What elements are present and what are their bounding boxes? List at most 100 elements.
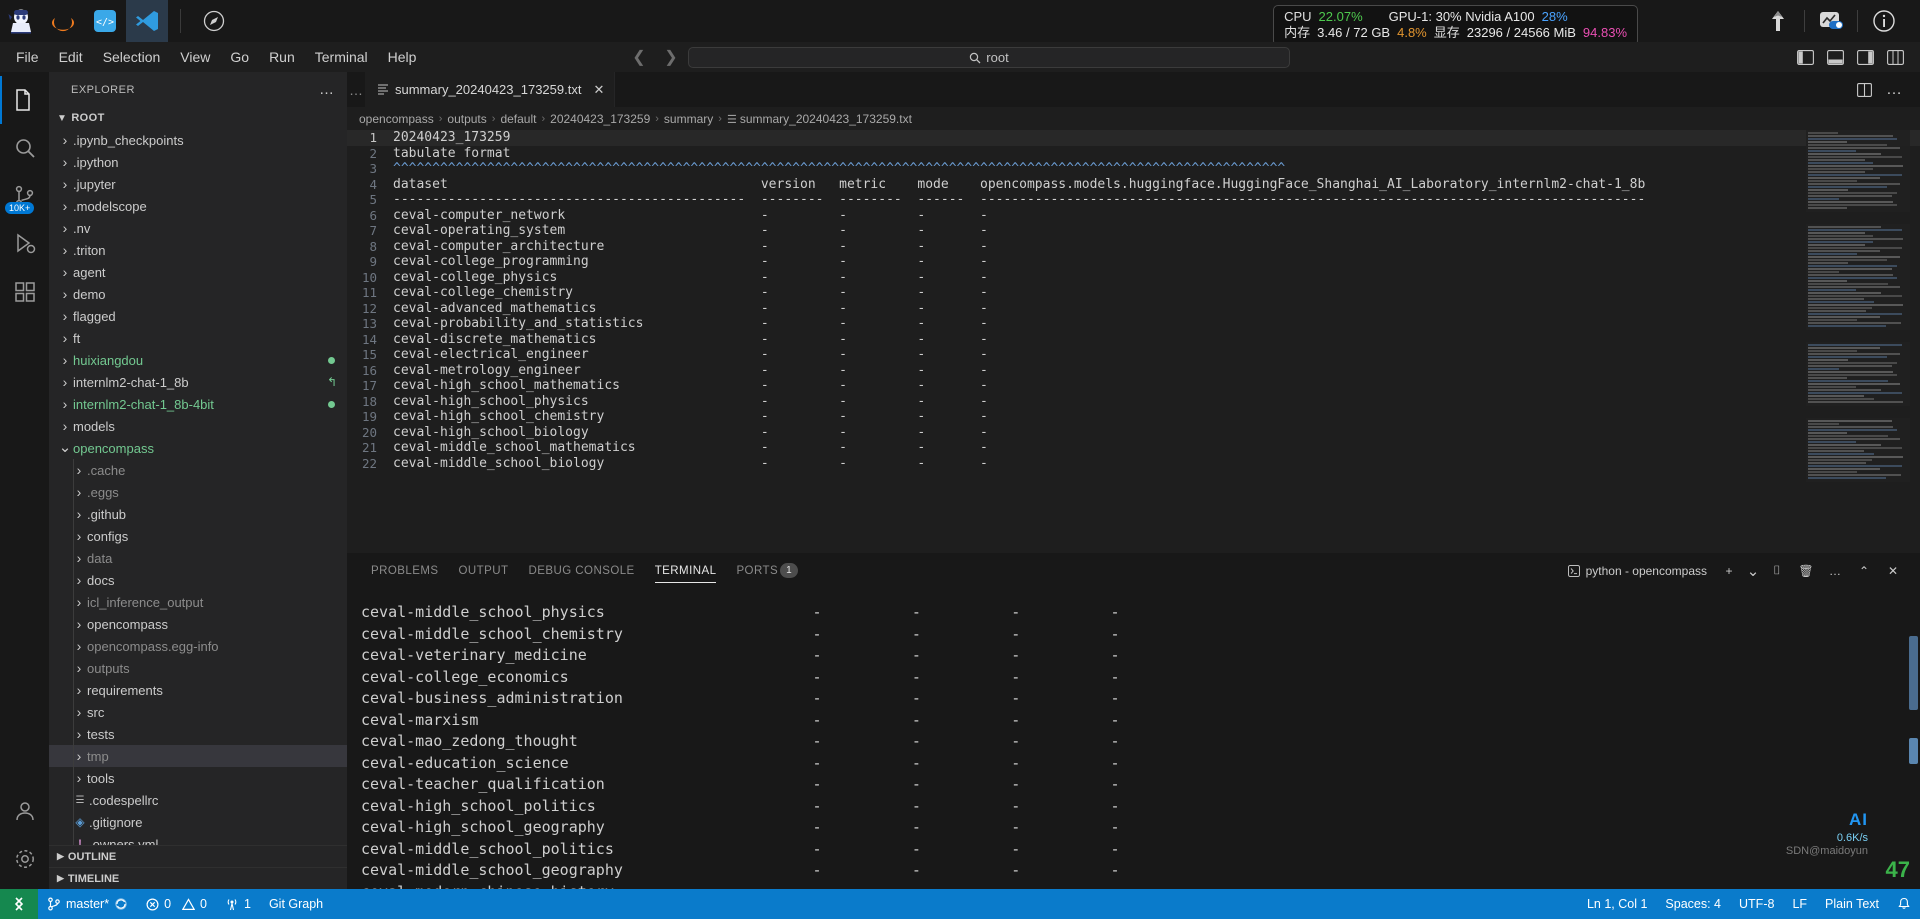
tree-folder-item[interactable]: › icl_inference_output [49, 591, 347, 613]
tree-folder-item[interactable]: › outputs [49, 657, 347, 679]
remote-window-icon[interactable] [0, 889, 38, 919]
kill-terminal-icon[interactable]: 🗑 [1793, 558, 1819, 584]
tree-folder-item[interactable]: › flagged [49, 305, 347, 327]
chevron-down-icon[interactable]: ⌄ [57, 440, 73, 455]
tree-folder-item[interactable]: › tests [49, 723, 347, 745]
status-cursor-position[interactable]: Ln 1, Col 1 [1578, 889, 1656, 919]
activity-search[interactable] [0, 124, 49, 172]
sidebar-section-timeline[interactable]: ▶ TIMELINE [49, 867, 347, 889]
status-indentation[interactable]: Spaces: 4 [1656, 889, 1730, 919]
tree-folder-item[interactable]: › docs [49, 569, 347, 591]
menu-go[interactable]: Go [220, 45, 259, 69]
breadcrumb-item[interactable]: default [500, 112, 536, 126]
tree-folder-item[interactable]: › opencompass.egg-info [49, 635, 347, 657]
editor-scrollbar[interactable] [1910, 130, 1920, 553]
chevron-down-icon[interactable]: ⌄ [1745, 558, 1761, 584]
chevron-right-icon[interactable]: › [57, 154, 73, 170]
customize-layout-icon[interactable] [1882, 46, 1908, 68]
panel-tab-problems[interactable]: PROBLEMS [361, 553, 449, 588]
chevron-right-icon[interactable]: › [57, 242, 73, 258]
tree-folder-item[interactable]: › demo [49, 283, 347, 305]
tree-folder-item[interactable]: › internlm2-chat-1_8b ↰ [49, 371, 347, 393]
tree-folder-item[interactable]: ⌄ opencompass [49, 437, 347, 459]
activity-settings-gear-icon[interactable] [0, 835, 49, 883]
tree-folder-item[interactable]: › data [49, 547, 347, 569]
panel-tab-terminal[interactable]: TERMINAL [645, 553, 727, 588]
new-terminal-icon[interactable]: + [1716, 558, 1742, 584]
breadcrumb-item[interactable]: summary [664, 112, 713, 126]
chevron-right-icon[interactable]: › [57, 176, 73, 192]
terminal-scrollbar-marker[interactable] [1909, 738, 1918, 764]
sidebar-section-root[interactable]: ▼ ROOT [49, 107, 347, 129]
tree-folder-item[interactable]: › tools [49, 767, 347, 789]
sidebar-more-actions-icon[interactable]: … [319, 81, 335, 98]
chevron-right-icon[interactable]: › [57, 198, 73, 214]
chevron-right-icon[interactable]: › [57, 330, 73, 346]
compass-icon[interactable] [193, 0, 235, 42]
breadcrumb-item[interactable]: 20240423_173259 [550, 112, 650, 126]
tree-folder-item[interactable]: › tmp [49, 745, 347, 767]
menu-edit[interactable]: Edit [49, 45, 93, 69]
chevron-right-icon[interactable]: › [57, 264, 73, 280]
tree-folder-item[interactable]: › .eggs [49, 481, 347, 503]
panel-tab-ports[interactable]: PORTS 1 [726, 553, 808, 588]
bell-icon[interactable] [1888, 889, 1920, 919]
code-server-icon[interactable]: </> [84, 0, 126, 42]
tree-file-item[interactable]: ☰ .codespellrc [49, 789, 347, 811]
tree-folder-item[interactable]: › src [49, 701, 347, 723]
toggle-secondary-sidebar-icon[interactable] [1852, 46, 1878, 68]
activity-extensions[interactable] [0, 268, 49, 316]
tree-folder-item[interactable]: › huixiangdou [49, 349, 347, 371]
status-language-mode[interactable]: Plain Text [1816, 889, 1888, 919]
chevron-right-icon[interactable]: › [57, 352, 73, 368]
split-terminal-icon[interactable]: ⌷ [1764, 558, 1790, 584]
menu-selection[interactable]: Selection [93, 45, 171, 69]
tab-overflow-icon[interactable]: … [347, 72, 365, 107]
maximize-panel-icon[interactable]: ⌃ [1851, 558, 1877, 584]
active-terminal-name[interactable]: python - opencompass [1567, 564, 1713, 578]
tree-folder-item[interactable]: › configs [49, 525, 347, 547]
code-editor[interactable]: 1 20240423_173259 2 tabulate format 3 ^^^^^^^… [347, 130, 1920, 553]
sidebar-section-outline[interactable]: ▶ OUTLINE [49, 845, 347, 867]
moon-app-icon[interactable] [42, 0, 84, 42]
toggle-primary-sidebar-icon[interactable] [1792, 46, 1818, 68]
tree-folder-item[interactable]: › .jupyter [49, 173, 347, 195]
activity-source-control[interactable]: 10K+ [0, 172, 49, 220]
terminal-output[interactable]: ceval-middle_school_physics - - - - ceval… [347, 588, 1920, 889]
menu-view[interactable]: View [170, 45, 220, 69]
tree-folder-item[interactable]: › .cache [49, 459, 347, 481]
chevron-right-icon[interactable]: › [57, 286, 73, 302]
chevron-right-icon[interactable]: › [57, 220, 73, 236]
status-eol[interactable]: LF [1783, 889, 1816, 919]
tree-folder-item[interactable]: › requirements [49, 679, 347, 701]
more-actions-icon[interactable]: … [1882, 78, 1906, 102]
tree-folder-item[interactable]: › models [49, 415, 347, 437]
screen-toggle-icon[interactable] [1805, 0, 1857, 42]
info-icon[interactable] [1858, 0, 1910, 42]
tree-folder-item[interactable]: › internlm2-chat-1_8b-4bit [49, 393, 347, 415]
minimap[interactable] [1806, 130, 1910, 553]
penguin-app-icon[interactable] [0, 0, 42, 42]
panel-tab-debug-console[interactable]: DEBUG CONSOLE [519, 553, 645, 588]
activity-accounts[interactable] [0, 787, 49, 835]
status-branch[interactable]: master* [38, 889, 137, 919]
go-forward-icon[interactable]: ❯ [662, 47, 680, 67]
status-git-graph[interactable]: Git Graph [260, 889, 332, 919]
tree-folder-item[interactable]: › .triton [49, 239, 347, 261]
vscode-icon[interactable] [126, 0, 168, 42]
breadcrumb-item[interactable]: outputs [447, 112, 486, 126]
status-problems[interactable]: 0 0 [137, 889, 216, 919]
menu-file[interactable]: File [6, 45, 49, 69]
tree-file-item[interactable]: ◈ .gitignore [49, 811, 347, 833]
command-center[interactable]: root [688, 47, 1290, 68]
tree-folder-item[interactable]: › .nv [49, 217, 347, 239]
tree-folder-item[interactable]: › .ipython [49, 151, 347, 173]
tree-folder-item[interactable]: › .ipynb_checkpoints [49, 129, 347, 151]
chevron-right-icon[interactable]: › [57, 308, 73, 324]
close-icon[interactable]: ✕ [593, 82, 604, 98]
tree-folder-item[interactable]: › .github [49, 503, 347, 525]
breadcrumb[interactable]: opencompass › outputs › default › 20240423_173… [347, 107, 1920, 130]
tree-folder-item[interactable]: › agent [49, 261, 347, 283]
tree-folder-item[interactable]: › .modelscope [49, 195, 347, 217]
tree-folder-item[interactable]: › opencompass [49, 613, 347, 635]
